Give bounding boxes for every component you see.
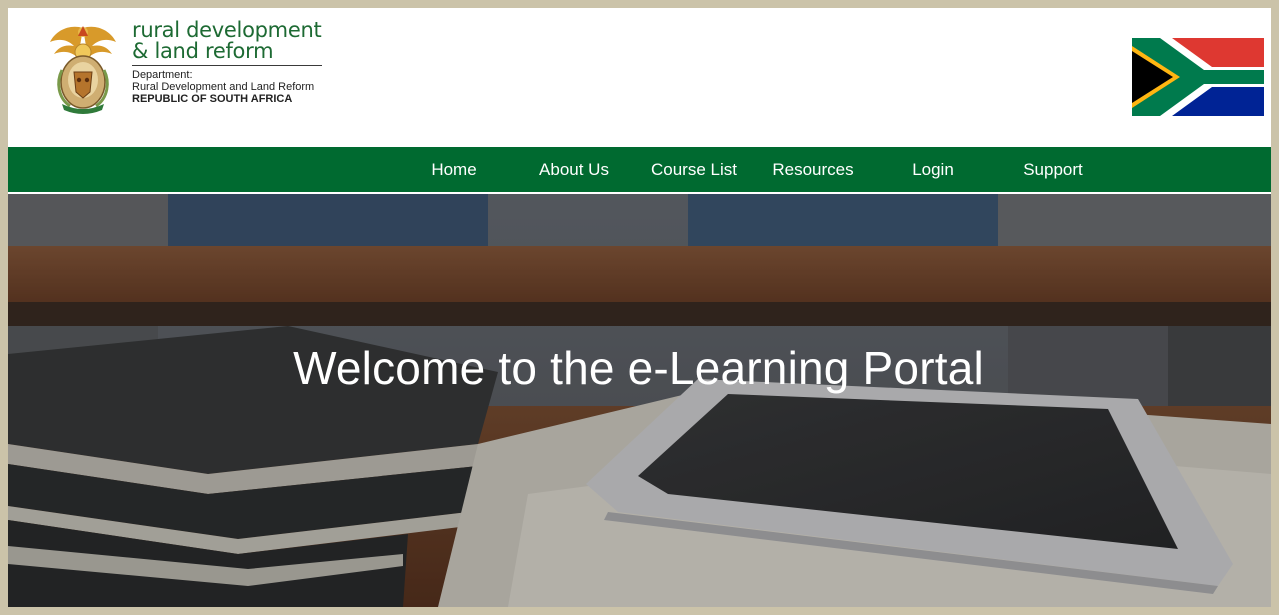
department-label: Department:	[132, 69, 193, 81]
brand-line-1: rural development	[132, 18, 322, 42]
brand-line-2: & land reform	[132, 39, 274, 63]
hero-title: Welcome to the e-Learning Portal	[293, 342, 984, 394]
nav-item-login[interactable]: Login	[878, 147, 988, 192]
coat-of-arms-icon	[50, 26, 116, 114]
nav-item-about-us[interactable]: About Us	[519, 147, 629, 192]
hero-background-image	[8, 194, 1271, 607]
brand-block: rural development & land reform Departme…	[132, 20, 322, 106]
site-header: rural development & land reform Departme…	[8, 8, 1271, 147]
main-navigation: Home About Us Course List Resources Logi…	[8, 147, 1271, 194]
nav-item-support[interactable]: Support	[998, 147, 1108, 192]
south-africa-flag-icon	[1132, 38, 1264, 116]
page-frame: rural development & land reform Departme…	[8, 8, 1271, 607]
brand-divider	[132, 65, 322, 66]
hero-banner: Welcome to the e-Learning Portal	[8, 194, 1271, 607]
country-name: REPUBLIC OF SOUTH AFRICA	[132, 93, 293, 105]
nav-item-course-list[interactable]: Course List	[639, 147, 749, 192]
department-name: Rural Development and Land Reform	[132, 81, 315, 93]
nav-item-home[interactable]: Home	[399, 147, 509, 192]
nav-item-resources[interactable]: Resources	[758, 147, 868, 192]
